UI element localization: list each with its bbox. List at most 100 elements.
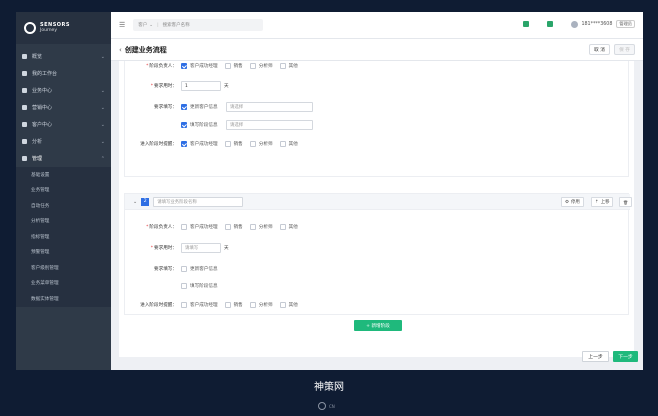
divider: | [157, 22, 159, 28]
delete-button[interactable]: 🗑 [619, 197, 633, 207]
move-up-button[interactable]: ⇡ 上移 [591, 197, 614, 207]
sidebar-item-workbench[interactable]: 我的工作台 [16, 65, 111, 82]
sidebar-subitem[interactable]: 预警管理 [16, 245, 111, 261]
option-label: 更新客户信息 [190, 267, 218, 272]
back-icon[interactable]: ‹ [119, 46, 122, 54]
file-icon[interactable] [547, 21, 554, 27]
fill-option[interactable]: 更新客户信息 [181, 266, 218, 272]
prev-step-button[interactable]: 上一步 [582, 351, 609, 362]
sidebar-subitem[interactable]: 指标管理 [16, 229, 111, 245]
checkbox[interactable] [279, 141, 286, 147]
admin-icon [22, 156, 27, 161]
checkbox[interactable] [224, 141, 231, 147]
global-search[interactable]: 客户 ⌄ | 搜索客户名称 [133, 19, 264, 31]
owner-option[interactable]: 客户成功经理 [181, 63, 218, 69]
sidebar-subitem[interactable]: 数据实体管理 [16, 291, 111, 307]
fill-option[interactable]: 更新客户信息 [181, 104, 224, 110]
remind-option[interactable]: 其他 [279, 302, 298, 308]
checkbox[interactable] [249, 63, 256, 69]
stop-button[interactable]: ⚙ 停用 [561, 197, 584, 207]
sidebar-item-label: 管理 [32, 156, 43, 162]
search-scope[interactable]: 客户 [138, 22, 147, 28]
checkbox[interactable] [181, 63, 187, 69]
owner-option[interactable]: 分析师 [249, 63, 273, 69]
checkbox[interactable] [224, 224, 231, 230]
stage-name-input[interactable]: 请填写业务阶段名称 [153, 196, 244, 207]
sidebar-item-marketing[interactable]: 营销中心 ⌄ [16, 99, 111, 116]
cancel-button[interactable]: 取 消 [589, 44, 610, 55]
chevron-up-icon: ⌃ [100, 155, 105, 162]
checkbox[interactable] [181, 266, 187, 272]
sidebar-item-admin[interactable]: 管理 ⌃ [16, 150, 111, 167]
sidebar-item-label: 概览 [32, 54, 43, 60]
checkbox[interactable] [249, 224, 256, 230]
chevron-down-icon: ⌄ [100, 104, 105, 111]
owner-option[interactable]: 客户成功经理 [181, 224, 218, 230]
option-label: 分析师 [258, 64, 273, 69]
sidebar-subitem[interactable]: 自动任务 [16, 198, 111, 214]
add-stage-button[interactable]: + 新增阶段 [354, 320, 402, 331]
checkbox[interactable] [181, 104, 187, 110]
checkbox[interactable] [249, 141, 256, 147]
owner-option[interactable]: 销售 [224, 224, 243, 230]
checkbox[interactable] [224, 302, 231, 308]
sidebar-item-overview[interactable]: 概览 ⌄ [16, 48, 111, 65]
checkbox[interactable] [181, 141, 187, 147]
stage1-time-row: *要求用时： 1 天 [125, 80, 229, 92]
remind-option[interactable]: 分析师 [249, 302, 273, 308]
sidebar-item-label: 客户中心 [32, 122, 53, 128]
sidebar-item-label: 我的工作台 [32, 71, 58, 77]
sidebar-item-business[interactable]: 业务中心 ⌄ [16, 82, 111, 99]
remind-option[interactable]: 其他 [279, 141, 298, 147]
sidebar-item-customers[interactable]: 客户中心 ⌄ [16, 116, 111, 133]
next-step-button[interactable]: 下一步 [613, 351, 638, 362]
chevron-down-icon[interactable]: ⌄ [133, 199, 137, 205]
logo-line2: Journey [40, 28, 57, 33]
remind-option[interactable]: 客户成功经理 [181, 141, 218, 147]
owner-option[interactable]: 分析师 [249, 224, 273, 230]
checkbox[interactable] [279, 302, 286, 308]
download-icon[interactable] [523, 21, 530, 27]
time-input[interactable]: 请填写 [181, 243, 221, 253]
chevron-down-icon: ⌄ [100, 121, 105, 128]
sidebar-subitem[interactable]: 客户级别管理 [16, 260, 111, 276]
sidebar-item-analysis[interactable]: 分析 ⌄ [16, 133, 111, 150]
fill-select[interactable]: 请选择 [226, 120, 313, 130]
save-button[interactable]: 保 存 [614, 44, 635, 55]
topbar-right: 181****3608 管理员 [523, 20, 635, 28]
watermark-badge: CN [318, 402, 335, 410]
checkbox[interactable] [181, 302, 187, 308]
remind-option[interactable]: 销售 [224, 141, 243, 147]
option-label: 客户成功经理 [190, 64, 218, 69]
time-input[interactable]: 1 [181, 81, 221, 91]
checkbox[interactable] [181, 122, 187, 128]
remind-option[interactable]: 销售 [224, 302, 243, 308]
checkbox[interactable] [279, 224, 286, 230]
sidebar-subitem[interactable]: 分析管理 [16, 214, 111, 230]
sidebar-subitem[interactable]: 业务菜单管理 [16, 276, 111, 292]
sidebar-subitem[interactable]: 基础设置 [16, 167, 111, 183]
checkbox[interactable] [181, 224, 187, 230]
menu-icon[interactable]: ☰ [119, 21, 125, 29]
checkbox[interactable] [224, 63, 231, 69]
option-label: 销售 [233, 142, 243, 147]
owner-label: *阶段负责人： [125, 63, 181, 69]
fill-select[interactable]: 请选择 [226, 102, 313, 112]
owner-option[interactable]: 销售 [224, 63, 243, 69]
checkbox[interactable] [181, 283, 187, 289]
remind-option[interactable]: 分析师 [249, 141, 273, 147]
fill-option[interactable]: 填写阶段信息 [181, 283, 218, 289]
search-input[interactable]: 搜索客户名称 [163, 22, 190, 28]
checkbox[interactable] [279, 63, 286, 69]
logo-icon [318, 402, 326, 410]
fill-option[interactable]: 填写阶段信息 [181, 122, 224, 128]
sidebar-subitem[interactable]: 业务管理 [16, 183, 111, 199]
remind-option[interactable]: 客户成功经理 [181, 302, 218, 308]
avatar[interactable] [571, 20, 579, 28]
checkbox[interactable] [249, 302, 256, 308]
owner-option[interactable]: 其他 [279, 63, 298, 69]
stage1-fill-row-2: 填写阶段信息 请选择 [125, 119, 313, 131]
owner-option[interactable]: 其他 [279, 224, 298, 230]
user-phone[interactable]: 181****3608 [581, 22, 612, 27]
time-unit: 天 [224, 84, 229, 89]
